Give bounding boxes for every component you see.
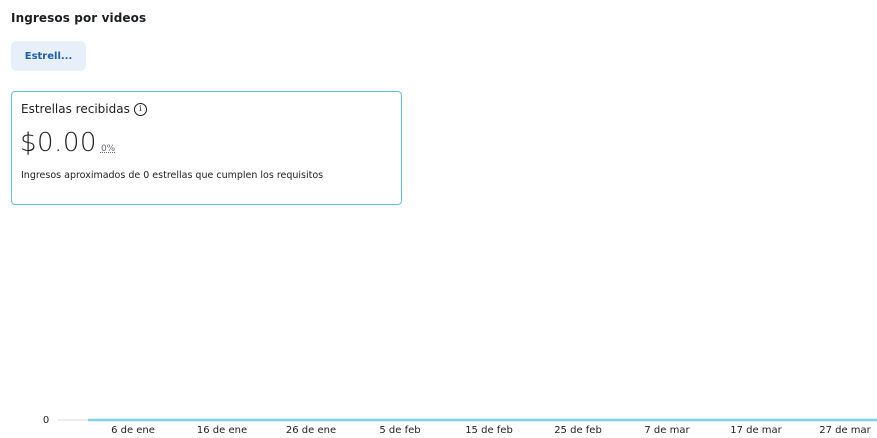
x-tick-label: 5 de feb (379, 425, 420, 436)
metric-value: $0.00 (20, 128, 97, 158)
page-title: Ingresos por videos (11, 11, 147, 25)
x-tick-label: 17 de mar (730, 425, 782, 436)
x-tick-label: 6 de ene (111, 425, 155, 436)
x-tick-label: 25 de feb (554, 425, 602, 436)
x-tick-label: 16 de ene (197, 425, 247, 436)
metric-label: Estrellas recibidas (21, 102, 130, 116)
x-tick-label: 26 de ene (286, 425, 336, 436)
x-tick-label: 15 de feb (465, 425, 513, 436)
metric-card[interactable]: Estrellas recibidas i $0.00 0% Ingresos … (11, 91, 402, 205)
revenue-line-chart: 0 6 de ene 16 de ene 26 de ene 5 de feb 15 de… (43, 415, 877, 436)
x-tick-label: 27 de mar (819, 425, 871, 436)
x-tick-label: 7 de mar (644, 425, 690, 436)
metric-description: Ingresos aproximados de 0 estrellas que … (21, 170, 324, 181)
metric-value-row: $0.00 0% (20, 128, 115, 158)
star-filter-button[interactable]: Estrell... (11, 41, 86, 71)
y-tick-label: 0 (43, 415, 49, 426)
info-icon[interactable]: i (133, 102, 147, 116)
metric-delta: 0% (100, 144, 116, 154)
metric-label-row: Estrellas recibidas i (21, 102, 147, 116)
